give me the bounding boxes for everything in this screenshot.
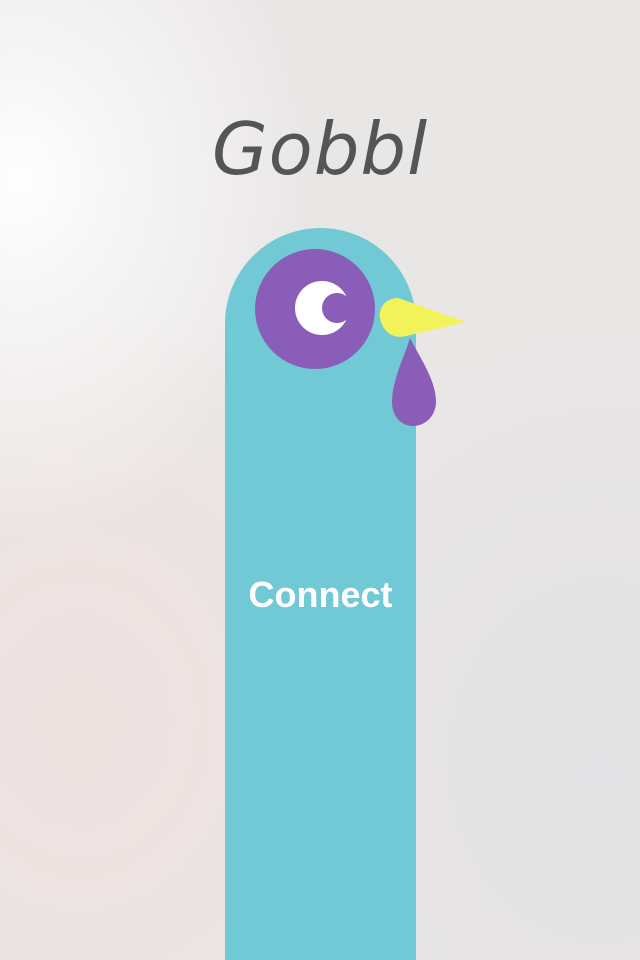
beak-shape <box>379 298 466 337</box>
wattle-shape <box>392 338 436 426</box>
app-title: Gobbl <box>211 107 429 191</box>
mascot-pupil <box>322 293 352 323</box>
connect-button[interactable]: Connect <box>225 540 416 650</box>
wattle-icon <box>392 338 436 426</box>
